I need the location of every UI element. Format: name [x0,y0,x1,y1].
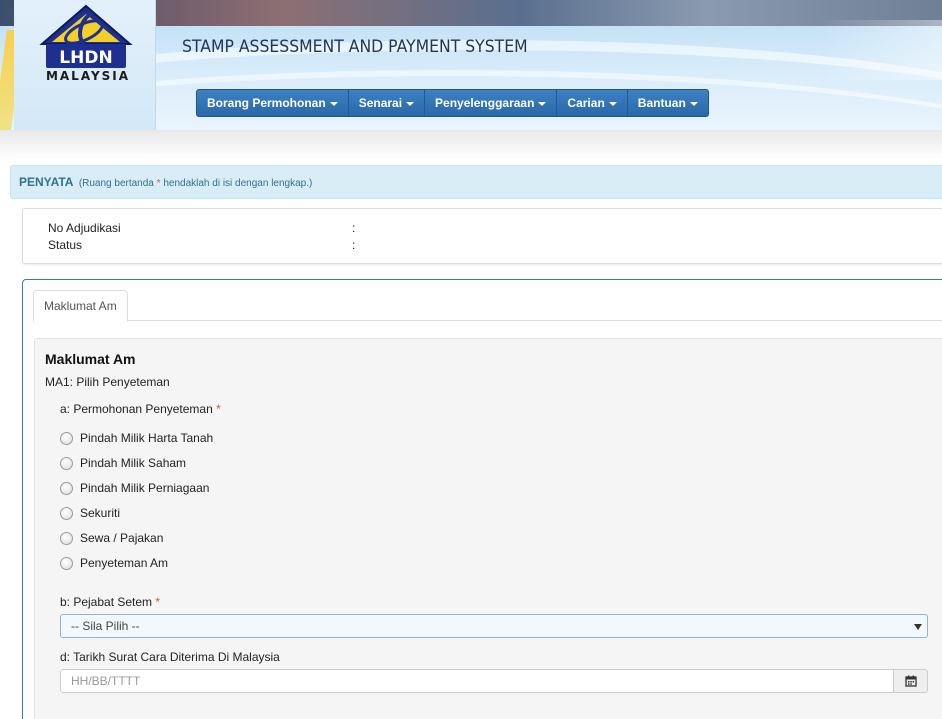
penyata-title: PENYATA [19,175,74,189]
status-label: Status [48,238,83,252]
question-b-text: b: Pejabat Setem [60,595,153,609]
info-row-status: Status : [48,238,355,252]
question-d-label: d: Tarikh Surat Cara Diterima Di Malaysi… [60,650,280,664]
form-well: Maklumat Am MA1: Pilih Penyeteman a: Per… [34,338,942,719]
nav-carian[interactable]: Carian [557,90,628,116]
logo[interactable]: LHDN MALAYSIA [14,0,156,130]
radio-option[interactable]: Sewa / Pajakan [60,530,163,545]
radio-option[interactable]: Pindah Milik Perniagaan [60,480,209,495]
radio-button[interactable] [60,482,73,495]
app-title: STAMP ASSESSMENT AND PAYMENT SYSTEM [182,37,528,57]
radio-button[interactable] [60,507,73,520]
radio-option[interactable]: Pindah Milik Harta Tanah [60,430,213,445]
question-b-label: b: Pejabat Setem * [60,595,160,609]
radio-label: Sekuriti [80,505,121,520]
select-value: -- Sila Pilih -- [71,619,140,633]
required-star: * [216,402,221,416]
colon: : [352,221,356,235]
radio-option[interactable]: Penyeteman Am [60,555,168,570]
section-subtitle: MA1: Pilih Penyeteman [45,375,170,389]
logo-text: LHDN [59,48,112,68]
info-row-adjudikasi: No Adjudikasi : [48,221,355,235]
note-suffix: hendaklah di isi dengan lengkap.) [160,178,313,189]
radio-button[interactable] [60,432,73,445]
page-header: LHDN MALAYSIA STAMP ASSESSMENT AND PAYME… [0,0,942,130]
lhdn-emblem-icon: LHDN [39,4,133,68]
radio-button[interactable] [60,532,73,545]
radio-option[interactable]: Pindah Milik Saham [60,455,186,470]
caret-down-icon [689,101,698,106]
date-input[interactable]: HH/BB/TTTT [60,669,894,693]
radio-label: Pindah Milik Saham [80,455,187,470]
nav-borang-permohonan[interactable]: Borang Permohonan [197,90,349,116]
question-a-label: a: Permohonan Penyeteman * [60,402,221,416]
penyata-heading-bar: PENYATA (Ruang bertanda * hendaklah di i… [10,165,942,199]
radio-button[interactable] [60,557,73,570]
colon: : [352,238,356,252]
note-prefix: (Ruang bertanda [78,178,157,189]
nav-label: Senarai [358,96,403,110]
caret-down-icon [608,101,617,106]
radio-label: Pindah Milik Harta Tanah [80,430,214,445]
section-title: Maklumat Am [45,351,136,367]
header-glow [820,20,942,80]
adjudikasi-label: No Adjudikasi [48,221,121,235]
radio-label: Penyeteman Am [80,555,169,570]
logo-subtext: MALAYSIA [45,69,131,83]
caret-down-icon [406,101,415,106]
nav-label: Penyelenggaraan [435,96,535,110]
tab-maklumat-am[interactable]: Maklumat Am [33,290,128,322]
calendar-icon [904,675,917,687]
nav-penyelenggaraan[interactable]: Penyelenggaraan [425,90,558,116]
pejabat-setem-select[interactable]: -- Sila Pilih -- [60,614,928,638]
main-nav: Borang Permohonan Senarai Penyelenggaraa… [196,89,709,117]
header-shadow [0,130,942,160]
nav-label: Carian [567,96,605,110]
nav-label: Borang Permohonan [207,96,326,110]
tab-strip: Maklumat Am [33,290,942,322]
penyata-note: (Ruang bertanda * hendaklah di isi denga… [79,178,313,189]
radio-label: Sewa / Pajakan [80,530,164,545]
radio-option[interactable]: Sekuriti [60,505,120,520]
chevron-down-icon [914,624,922,630]
radio-label: Pindah Milik Perniagaan [80,480,210,495]
main-panel: Maklumat Am Maklumat Am MA1: Pilih Penye… [22,279,942,719]
caret-down-icon [329,101,338,106]
calendar-button[interactable] [893,669,928,693]
radio-button[interactable] [60,457,73,470]
nav-bantuan[interactable]: Bantuan [628,90,708,116]
question-a-text: a: Permohonan Penyeteman [60,402,213,416]
caret-down-icon [538,101,547,106]
nav-senarai[interactable]: Senarai [349,90,426,116]
nav-label: Bantuan [637,96,686,110]
required-star: * [155,595,161,609]
info-box: No Adjudikasi : Status : [22,208,942,264]
